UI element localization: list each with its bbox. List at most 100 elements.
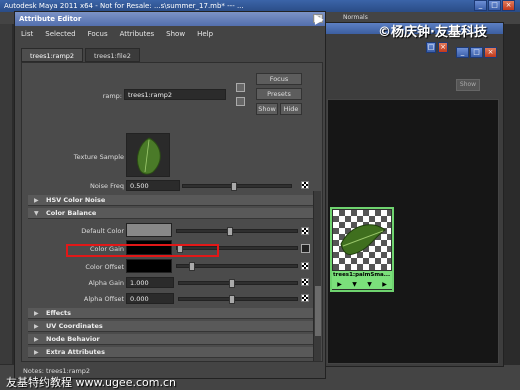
section-color-balance[interactable]: ▼ Color Balance <box>28 208 318 219</box>
maya-title-text: Autodesk Maya 2011 x64 - Not for Resale:… <box>4 2 244 10</box>
attribute-editor-menubar: List Selected Focus Attributes Show Help <box>15 26 325 42</box>
color-gain-connection-icon[interactable] <box>301 244 310 253</box>
focus-input-icon[interactable] <box>236 83 245 92</box>
default-color-swatch[interactable] <box>126 223 172 237</box>
color-offset-thumb[interactable] <box>189 262 195 271</box>
hs2-close-icon[interactable]: × <box>438 42 448 53</box>
node-label: trees1:palmSma... <box>332 271 392 280</box>
minimize-icon[interactable]: _ <box>474 0 487 11</box>
section-extra-attributes-label: Extra Attributes <box>46 348 105 356</box>
maya-left-toolbox <box>0 24 12 364</box>
noise-freq-label: Noise Freq <box>89 182 124 190</box>
tab-ramp2[interactable]: trees1:ramp2 <box>21 48 84 62</box>
alpha-offset-field[interactable]: 0.000 <box>126 293 174 304</box>
color-offset-map-icon[interactable] <box>301 262 309 270</box>
hs-minimize-icon[interactable]: _ <box>456 47 469 58</box>
noise-freq-slider[interactable] <box>182 182 292 191</box>
alpha-offset-map-icon[interactable] <box>301 294 309 302</box>
node-ports: ▶ ▼ ▼ ▶ <box>332 280 392 289</box>
maya-menu-normals[interactable]: Normals <box>343 14 368 21</box>
close-icon[interactable]: × <box>502 0 515 11</box>
node-port-0[interactable]: ▶ <box>337 280 342 289</box>
noise-freq-slider-wrap <box>182 182 292 191</box>
default-color-label: Default Color <box>81 227 124 235</box>
menu-list[interactable]: List <box>21 30 33 38</box>
section-hsv-color-noise-label: HSV Color Noise <box>46 196 106 204</box>
focus-output-icon[interactable] <box>236 97 245 106</box>
section-color-balance-label: Color Balance <box>46 209 97 217</box>
alpha-offset-slider-wrap <box>178 295 298 304</box>
watermark-top: ©杨庆钟·友基科技 <box>378 25 487 40</box>
noise-freq-map-icon[interactable] <box>301 181 309 189</box>
default-color-slider[interactable] <box>176 227 298 236</box>
menu-focus[interactable]: Focus <box>88 30 108 38</box>
texture-sample-label: Texture Sample <box>73 153 124 161</box>
texture-sample-swatch[interactable] <box>126 133 170 177</box>
color-offset-label: Color Offset <box>85 263 124 271</box>
collapsed-arrow-icon: ▶ <box>34 197 39 204</box>
section-effects[interactable]: ▶ Effects <box>28 308 318 319</box>
menu-help[interactable]: Help <box>197 30 213 38</box>
show-button[interactable]: Show <box>256 103 278 115</box>
section-node-behavior-label: Node Behavior <box>46 335 100 343</box>
section-node-behavior[interactable]: ▶ Node Behavior <box>28 334 318 345</box>
texture-node[interactable]: trees1:palmSma... ▶ ▼ ▼ ▶ <box>330 207 394 292</box>
hs-maximize-icon[interactable]: □ <box>470 47 483 58</box>
node-tabs: trees1:ramp2 trees1:file2 <box>21 48 142 62</box>
watermark-bottom: 友基特约教程 www.ugee.com.cn <box>6 376 176 389</box>
alpha-gain-map-icon[interactable] <box>301 278 309 286</box>
attribute-editor-title: Attribute Editor <box>19 15 82 23</box>
color-offset-highlight <box>66 244 219 257</box>
noise-freq-field[interactable]: 0.500 <box>126 180 180 191</box>
attribute-panel: ramp: trees1:ramp2 Focus Presets Show Hi… <box>21 62 323 362</box>
hs-close-icon[interactable]: × <box>484 47 497 58</box>
hypershade-show-button[interactable]: Show <box>456 79 480 91</box>
section-hsv-color-noise[interactable]: ▶ HSV Color Noise <box>28 195 318 206</box>
menu-selected[interactable]: Selected <box>45 30 75 38</box>
collapsed-arrow-icon: ▶ <box>34 310 39 317</box>
expanded-arrow-icon: ▼ <box>34 210 39 217</box>
attribute-editor-title-bar[interactable]: Attribute Editor x <box>15 12 325 26</box>
menu-attributes[interactable]: Attributes <box>120 30 155 38</box>
default-color-thumb[interactable] <box>227 227 233 236</box>
color-offset-slider-wrap <box>176 262 298 271</box>
attribute-editor-window: Attribute Editor x List Selected Focus A… <box>14 11 326 379</box>
attribute-panel-scrollbar[interactable] <box>313 191 321 361</box>
color-offset-slider[interactable] <box>176 262 298 271</box>
maximize-icon[interactable]: □ <box>488 0 501 11</box>
alpha-gain-field[interactable]: 1.000 <box>126 277 174 288</box>
node-port-3[interactable]: ▶ <box>382 280 387 289</box>
node-port-1[interactable]: ▼ <box>352 280 357 289</box>
alpha-offset-slider[interactable] <box>178 295 298 304</box>
section-effects-label: Effects <box>46 309 71 317</box>
hypershade-window: Show <box>322 22 504 367</box>
focus-button[interactable]: Focus <box>256 73 302 85</box>
alpha-offset-label: Alpha Offset <box>83 295 124 303</box>
collapsed-arrow-icon: ▶ <box>34 323 39 330</box>
collapsed-arrow-icon: ▶ <box>34 349 39 356</box>
default-color-slider-wrap <box>176 227 298 236</box>
alpha-gain-slider[interactable] <box>178 279 298 288</box>
presets-button[interactable]: Presets <box>256 88 302 100</box>
alpha-gain-thumb[interactable] <box>229 279 235 288</box>
noise-freq-thumb[interactable] <box>231 182 237 191</box>
collapsed-arrow-icon: ▶ <box>34 336 39 343</box>
tab-file2[interactable]: trees1:file2 <box>85 48 140 62</box>
node-type-label: ramp: <box>102 92 122 100</box>
color-offset-swatch[interactable] <box>126 259 172 273</box>
scrollbar-thumb[interactable] <box>315 286 321 336</box>
default-color-map-icon[interactable] <box>301 227 309 235</box>
alpha-gain-slider-wrap <box>178 279 298 288</box>
menu-show[interactable]: Show <box>166 30 185 38</box>
node-thumbnail <box>333 210 391 270</box>
section-extra-attributes[interactable]: ▶ Extra Attributes <box>28 347 318 358</box>
alpha-gain-label: Alpha Gain <box>88 279 125 287</box>
node-name-field[interactable]: trees1:ramp2 <box>124 89 226 100</box>
section-uv-coordinates[interactable]: ▶ UV Coordinates <box>28 321 318 332</box>
node-port-2[interactable]: ▼ <box>367 280 372 289</box>
hs2-maximize-icon[interactable]: □ <box>426 42 436 53</box>
alpha-offset-thumb[interactable] <box>229 295 235 304</box>
section-uv-coordinates-label: UV Coordinates <box>46 322 103 330</box>
screen: Autodesk Maya 2011 x64 - Not for Resale:… <box>0 0 520 390</box>
hide-button[interactable]: Hide <box>280 103 302 115</box>
